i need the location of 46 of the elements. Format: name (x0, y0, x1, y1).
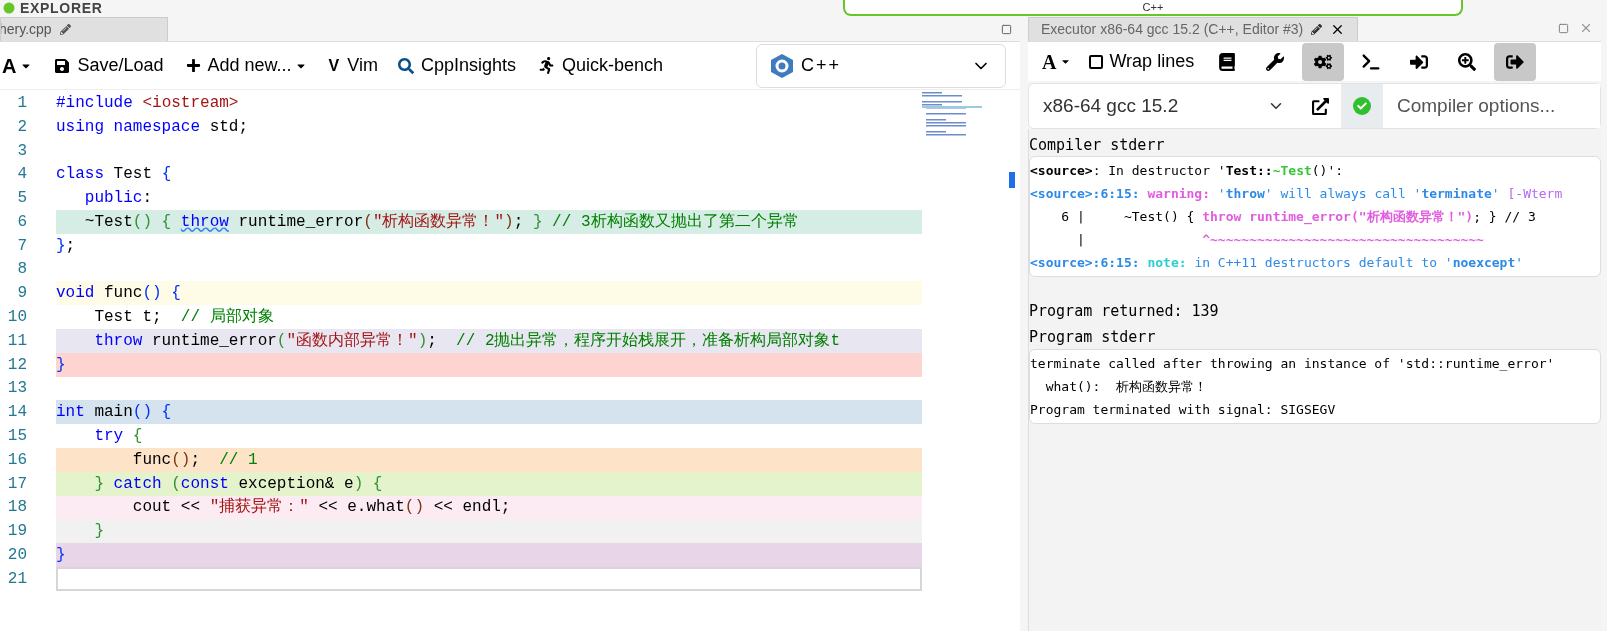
save-load-button[interactable]: Save/Load (54, 52, 164, 79)
program-returned-text: Program returned: 139 (1029, 301, 1220, 321)
line-number: 21 (6, 568, 27, 590)
output-line: Program terminated with signal: SIGSEGV (1030, 400, 1337, 419)
add-new-button[interactable]: Add new... (185, 52, 307, 79)
line-number: 17 (6, 473, 27, 495)
line-number: 19 (6, 521, 27, 543)
line-number: 6 (16, 211, 27, 233)
output-line: 6 | ~Test() { throw runtime_error("析构函数异常！"); } // 3 (1060, 207, 1537, 227)
line-number: 4 (16, 164, 27, 186)
quick-bench-button[interactable]: Quick-bench (538, 52, 664, 79)
line-number: 20 (6, 545, 27, 567)
output-line: terminate called after throwing an instance of 'std::runtime_error' (1030, 354, 1556, 373)
line-number: 1 (16, 92, 27, 114)
executor-tab[interactable]: Executor x86-64 gcc 15.2 (C++, Editor #3) (1028, 17, 1359, 41)
output-line: <source>: In destructor 'Test::~Test()': (1030, 161, 1345, 180)
line-number: 11 (6, 330, 27, 352)
line-number: 16 (6, 449, 27, 471)
font-menu-button[interactable]: A (2, 50, 33, 81)
cppinsights-button[interactable]: CppInsights (397, 52, 516, 79)
compiler-select[interactable]: x86-64 gcc 15.2 (1029, 84, 1299, 128)
section-heading: Program stderr (1029, 327, 1157, 347)
line-number: 10 (6, 307, 27, 329)
line-number: 3 (16, 140, 27, 162)
logo-text: EXPLORER (20, 0, 103, 16)
line-number: 8 (16, 259, 27, 281)
line-number: 5 (16, 188, 27, 210)
vim-button[interactable]: V Vim (328, 52, 378, 79)
output-line: <source>:6:15: warning: 'throw' will always call 'terminate' [-Wterm (1030, 184, 1564, 203)
output-line: <source>:6:15: note: in C++11 destructors default to 'noexcept' (1030, 253, 1525, 272)
language-select[interactable]: C++ (756, 43, 1006, 88)
language-box[interactable]: C++ (843, 0, 1463, 16)
line-number: 18 (6, 497, 27, 519)
output-line: | ^~~~~~~~~~~~~~~~~~~~~~~~~~~~~~~~~~~~ (1075, 230, 1485, 249)
line-number: 2 (16, 116, 27, 138)
compiler-bar[interactable]: x86-64 gcc 15.2 Compiler options... (1028, 83, 1601, 129)
line-number: 15 (6, 426, 27, 448)
section-heading: Compiler stderr (1029, 135, 1166, 155)
wrap-lines-checkbox[interactable]: Wrap lines (1083, 42, 1201, 81)
output-line: what(): 析构函数异常！ (1044, 377, 1209, 396)
line-number: 13 (6, 378, 27, 400)
font-menu-button[interactable]: A (1036, 42, 1078, 81)
line-number: 12 (6, 354, 27, 376)
line-number: 9 (16, 283, 27, 305)
line-number: 14 (6, 402, 27, 424)
line-number: 7 (16, 235, 27, 257)
